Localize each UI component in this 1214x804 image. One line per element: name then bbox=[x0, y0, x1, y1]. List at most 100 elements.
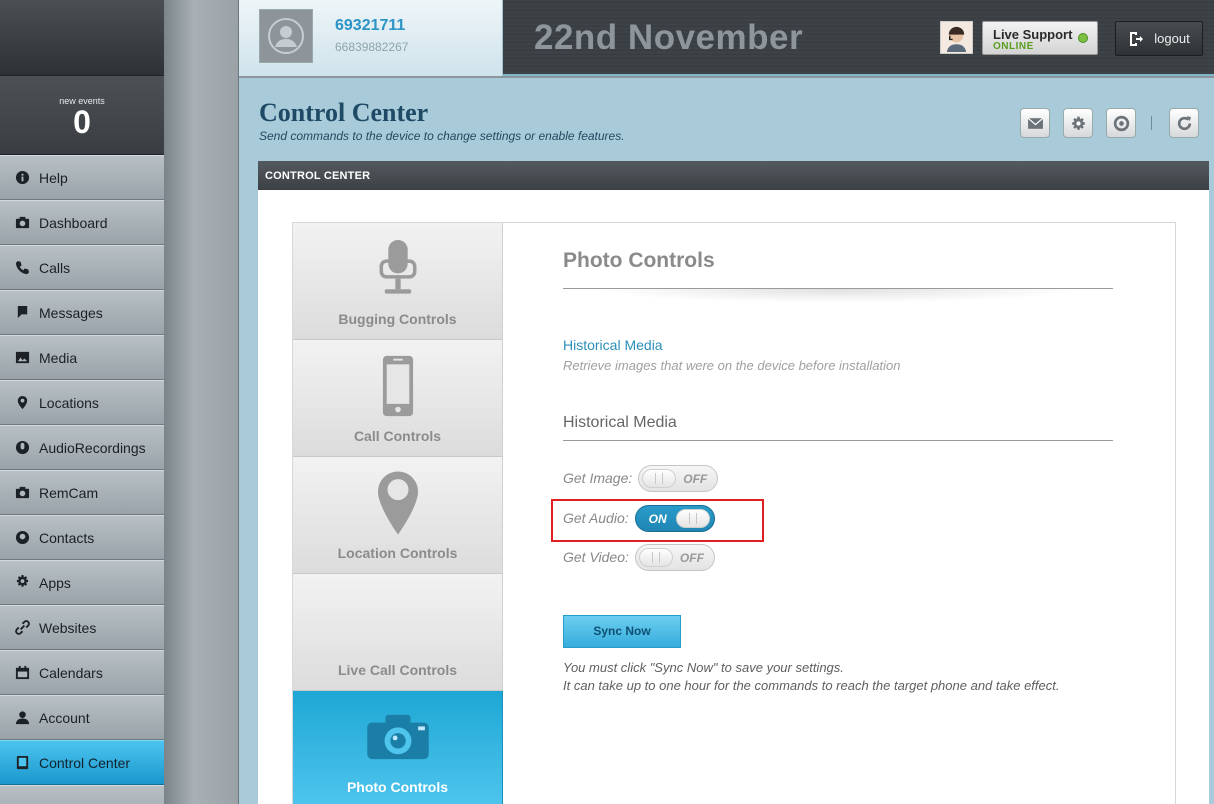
sidebar-item-label: Help bbox=[39, 169, 68, 186]
microphone-icon bbox=[293, 235, 502, 303]
sidebar-item-remcam[interactable]: RemCam bbox=[0, 470, 164, 515]
camera-icon bbox=[293, 703, 502, 771]
sync-note-line-1: You must click "Sync Now" to save your s… bbox=[563, 660, 844, 675]
toolbar-divider bbox=[1151, 116, 1152, 130]
sidebar-item-label: Calendars bbox=[39, 664, 103, 681]
page-subtitle: Send commands to the device to change se… bbox=[259, 129, 625, 143]
tab-location-controls[interactable]: Location Controls bbox=[293, 457, 503, 574]
contact-icon bbox=[14, 530, 30, 546]
divider-shadow bbox=[593, 289, 1083, 303]
sidebar-item-apps[interactable]: Apps bbox=[0, 560, 164, 605]
control-panel-inner: Bugging Controls Call Controls Location … bbox=[292, 222, 1176, 804]
sidebar-item-calls[interactable]: Calls bbox=[0, 245, 164, 290]
sidebar-item-audiorecordings[interactable]: AudioRecordings bbox=[0, 425, 164, 470]
support-agent-avatar bbox=[940, 21, 973, 54]
sidebar-item-dashboard[interactable]: Dashboard bbox=[0, 200, 164, 245]
toggle-state: OFF bbox=[683, 471, 708, 486]
message-button[interactable] bbox=[1020, 108, 1050, 138]
link-icon bbox=[14, 620, 30, 636]
sidebar-item-label: Account bbox=[39, 709, 90, 726]
sidebar-item-websites[interactable]: Websites bbox=[0, 605, 164, 650]
get-video-label: Get Video: bbox=[563, 549, 629, 565]
toggle-knob bbox=[638, 547, 673, 567]
gear-icon bbox=[14, 575, 30, 591]
chat-icon bbox=[14, 305, 30, 321]
device-card[interactable]: 69321711 66839882267 bbox=[239, 0, 503, 76]
map-pin-icon bbox=[293, 469, 502, 537]
tab-label: Call Controls bbox=[353, 428, 442, 444]
historical-media-link[interactable]: Historical Media bbox=[563, 337, 663, 353]
phone-icon bbox=[14, 260, 30, 276]
main-area: Control Center Send commands to the devi… bbox=[239, 78, 1214, 804]
page-title: Control Center bbox=[259, 98, 429, 127]
sidebar-item-calendars[interactable]: Calendars bbox=[0, 650, 164, 695]
refresh-button[interactable] bbox=[1169, 108, 1199, 138]
control-panel: Bugging Controls Call Controls Location … bbox=[258, 190, 1209, 804]
sidebar: new events 0 Help Dashboard Calls Messag… bbox=[0, 0, 164, 804]
divider bbox=[563, 440, 1113, 441]
tab-call-controls[interactable]: Call Controls bbox=[293, 340, 503, 457]
pin-icon bbox=[14, 395, 30, 411]
logout-label: logout bbox=[1154, 31, 1190, 46]
info-icon bbox=[14, 170, 30, 186]
headset-agent-icon bbox=[946, 26, 967, 52]
sidebar-item-messages[interactable]: Messages bbox=[0, 290, 164, 335]
section-title: Photo Controls bbox=[563, 249, 715, 272]
top-bar: 69321711 66839882267 22nd November Live … bbox=[239, 0, 1214, 76]
historical-media-heading: Historical Media bbox=[563, 414, 677, 431]
sync-now-button[interactable]: Sync Now bbox=[563, 615, 681, 648]
envelope-icon bbox=[1027, 117, 1043, 129]
historical-media-description: Retrieve images that were on the device … bbox=[563, 358, 901, 373]
device-avatar bbox=[259, 9, 313, 63]
mobile-phone-icon bbox=[293, 352, 502, 420]
sidebar-item-partial[interactable] bbox=[0, 785, 164, 804]
live-support-button[interactable]: Live Support ONLINE bbox=[982, 21, 1098, 55]
toggle-knob bbox=[642, 468, 677, 488]
current-date: 22nd November bbox=[534, 18, 804, 57]
sidebar-item-label: Websites bbox=[39, 619, 97, 636]
camera-icon bbox=[14, 485, 30, 501]
tab-label: Bugging Controls bbox=[338, 311, 457, 327]
sidebar-item-label: Messages bbox=[39, 304, 103, 321]
get-image-label: Get Image: bbox=[563, 470, 633, 486]
at-icon bbox=[1113, 115, 1129, 131]
settings-button[interactable] bbox=[1063, 108, 1093, 138]
image-icon bbox=[14, 350, 30, 366]
sidebar-gutter bbox=[164, 0, 239, 804]
highlight-box bbox=[551, 499, 764, 542]
tab-live-call-controls[interactable]: Live Call Controls bbox=[293, 574, 503, 691]
sidebar-item-contacts[interactable]: Contacts bbox=[0, 515, 164, 560]
sidebar-item-help[interactable]: Help bbox=[0, 155, 164, 200]
tab-bugging-controls[interactable]: Bugging Controls bbox=[293, 223, 503, 340]
sidebar-item-label: RemCam bbox=[39, 484, 99, 501]
panel-header: CONTROL CENTER bbox=[258, 161, 1209, 190]
online-status-dot-icon bbox=[1078, 33, 1088, 43]
email-button[interactable] bbox=[1106, 108, 1136, 138]
sidebar-item-label: Locations bbox=[39, 394, 99, 411]
logout-icon bbox=[1130, 31, 1144, 46]
tab-photo-controls[interactable]: Photo Controls bbox=[293, 691, 503, 804]
sidebar-item-control-center[interactable]: Control Center bbox=[0, 740, 164, 785]
device-number: 69321711 bbox=[335, 17, 406, 34]
get-image-row: Get Image: OFF bbox=[563, 464, 719, 492]
sidebar-item-label: Contacts bbox=[39, 529, 95, 546]
refresh-icon bbox=[1177, 115, 1191, 130]
tablet-icon bbox=[14, 755, 30, 771]
sidebar-item-label: Media bbox=[39, 349, 78, 366]
logout-button[interactable]: logout bbox=[1115, 21, 1203, 56]
tab-label: Location Controls bbox=[337, 545, 458, 561]
sidebar-logo-area bbox=[0, 0, 164, 76]
user-silhouette-icon bbox=[268, 18, 304, 54]
new-events-label: new events bbox=[59, 96, 105, 106]
sidebar-item-media[interactable]: Media bbox=[0, 335, 164, 380]
tab-label: Photo Controls bbox=[346, 779, 449, 795]
new-events-counter[interactable]: new events 0 bbox=[0, 76, 164, 155]
gear-icon bbox=[1071, 116, 1085, 130]
sidebar-item-locations[interactable]: Locations bbox=[0, 380, 164, 425]
sidebar-item-label: Dashboard bbox=[39, 214, 108, 231]
live-support-title: Live Support bbox=[993, 27, 1073, 42]
get-image-toggle[interactable]: OFF bbox=[638, 464, 719, 492]
sidebar-item-account[interactable]: Account bbox=[0, 695, 164, 740]
get-video-toggle[interactable]: OFF bbox=[634, 543, 715, 571]
camera-icon bbox=[14, 215, 30, 231]
